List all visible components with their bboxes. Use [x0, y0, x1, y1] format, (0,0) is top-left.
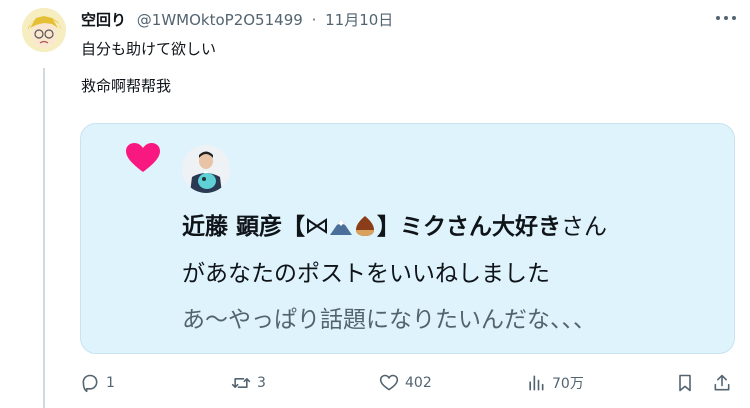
more-icon[interactable]	[716, 12, 738, 24]
liker-name-prefix: 近藤 顕彦【	[182, 214, 306, 240]
views-count: 70万	[552, 376, 584, 392]
thread-line	[43, 68, 45, 408]
tweet-date[interactable]: 11月10日	[325, 11, 393, 29]
liker-name-suffix: 】ミクさん大好き	[377, 214, 562, 240]
retweet-count: 3	[257, 375, 266, 391]
title-suffix: さん	[561, 214, 608, 240]
liker-avatar	[182, 145, 230, 193]
author-handle[interactable]: @1WMOktoP2O51499	[137, 11, 303, 29]
bookmark-icon	[679, 374, 691, 392]
share-button[interactable]	[712, 368, 732, 398]
like-button[interactable]: 402	[379, 368, 432, 398]
reply-icon	[82, 374, 98, 393]
notification-post-excerpt: あ〜やっぱり話題になりたいんだな、、、	[182, 307, 596, 333]
notification-action-text: があなたのポストをいいねしました	[182, 261, 550, 287]
tweet-text-line1: 自分も助けて欲しい	[81, 40, 217, 58]
tweet-text-line2: 救命啊帮帮我	[81, 77, 172, 95]
share-icon	[714, 374, 730, 391]
bookmark-button[interactable]	[675, 368, 695, 398]
reply-button[interactable]: 1	[80, 368, 115, 398]
chestnut-icon	[356, 216, 375, 236]
tweet-actions: 1 3 402 70万	[0, 368, 750, 398]
bowtie-icon	[307, 218, 328, 234]
embedded-notification-image[interactable]: 近藤 顕彦【 】ミクさん大好きさん があなたのポストをいいねしました あ〜やっぱり…	[80, 123, 735, 354]
separator: ·	[311, 11, 317, 29]
notification-title: 近藤 顕彦【 】ミクさん大好きさん	[182, 207, 607, 241]
views-button[interactable]: 70万	[526, 368, 584, 398]
retweet-icon	[231, 378, 251, 388]
heart-icon	[126, 143, 160, 172]
like-count: 402	[405, 375, 432, 391]
tweet-header: 空回り @1WMOktoP2O51499 · 11月10日	[81, 9, 393, 30]
views-icon	[529, 375, 544, 391]
avatar[interactable]	[22, 8, 66, 52]
like-icon	[379, 374, 399, 391]
retweet-button[interactable]: 3	[231, 368, 266, 398]
author-name[interactable]: 空回り	[81, 11, 126, 29]
mountain-icon	[330, 219, 353, 235]
reply-count: 1	[106, 375, 115, 391]
